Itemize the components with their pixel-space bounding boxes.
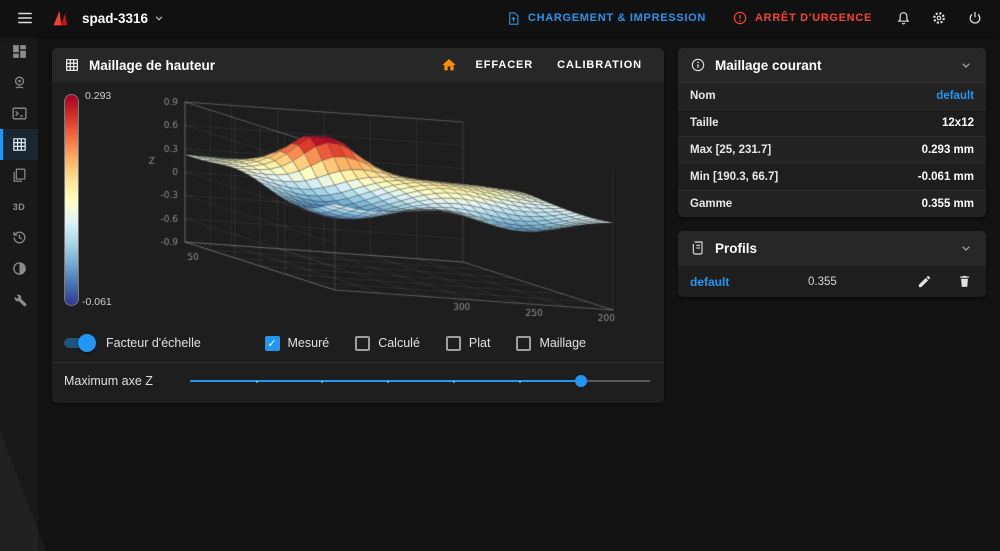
slider-thumb[interactable] xyxy=(575,375,587,387)
power-icon xyxy=(967,10,983,26)
checkbox-mesh[interactable]: ✓ Maillage xyxy=(516,336,586,351)
table-row: Max [25, 231.7] 0.293 mm xyxy=(678,136,986,163)
checkbox-box-icon: ✓ xyxy=(265,336,280,351)
checkbox-flat[interactable]: ✓ Plat xyxy=(446,336,491,351)
emergency-stop-button[interactable]: ARRÊT D'URGENCE xyxy=(724,10,880,26)
colorbar: 0.293 -0.061 xyxy=(58,88,130,328)
delete-profile-button[interactable] xyxy=(954,272,974,292)
heightmap-grid-icon xyxy=(11,136,28,153)
plot-controls: Facteur d'échelle ✓ Mesuré ✓ Calculé ✓ P… xyxy=(52,328,664,362)
display-mode-checkboxes: ✓ Mesuré ✓ Calculé ✓ Plat ✓ Maillage xyxy=(265,336,586,351)
profile-name[interactable]: default xyxy=(690,275,808,289)
sidebar-item-webcam[interactable] xyxy=(0,67,38,98)
checkbox-calculated[interactable]: ✓ Calculé xyxy=(355,336,420,351)
chevron-down-icon xyxy=(152,11,166,25)
profiles-header: Profils xyxy=(678,231,986,265)
current-mesh-table: Nom default Taille 12x12 Max [25, 231.7]… xyxy=(678,82,986,217)
sidebar-item-history[interactable] xyxy=(0,222,38,253)
scale-factor-toggle[interactable]: Facteur d'échelle xyxy=(62,336,201,350)
main-content: Maillage de hauteur EFFACER CALIBRATION … xyxy=(38,36,1000,551)
heightmap-title: Maillage de hauteur xyxy=(89,58,215,73)
app-window: spad-3316 CHARGEMENT & IMPRESSION ARRÊT … xyxy=(0,0,1000,551)
sidebar-item-gcode-files[interactable] xyxy=(0,160,38,191)
profiles-title: Profils xyxy=(715,241,757,256)
sidebar-item-machine[interactable] xyxy=(0,284,38,315)
app-logo-icon xyxy=(48,6,72,30)
file-upload-icon xyxy=(506,11,521,26)
edit-profile-button[interactable] xyxy=(914,272,934,292)
slider-track-fill xyxy=(190,380,581,382)
grid-icon xyxy=(64,57,80,73)
table-row: Gamme 0.355 mm xyxy=(678,190,986,217)
z-max-slider-label: Maximum axe Z xyxy=(64,374,176,388)
bell-icon xyxy=(895,10,912,27)
timelapse-icon xyxy=(11,260,28,277)
alert-circle-icon xyxy=(732,10,748,26)
top-bar: spad-3316 CHARGEMENT & IMPRESSION ARRÊT … xyxy=(0,0,1000,36)
files-icon xyxy=(11,167,28,184)
wrench-icon xyxy=(11,291,28,308)
webcam-icon xyxy=(11,74,28,91)
power-button[interactable] xyxy=(962,5,988,31)
upload-print-label: CHARGEMENT & IMPRESSION xyxy=(528,12,706,24)
sidebar-item-heightmap[interactable] xyxy=(0,129,38,160)
checkbox-measured[interactable]: ✓ Mesuré xyxy=(265,336,330,351)
info-icon xyxy=(690,57,706,73)
sidebar-item-gcode-viewer[interactable]: 3D xyxy=(0,191,38,222)
history-icon xyxy=(11,229,28,246)
collapse-button[interactable] xyxy=(958,57,974,73)
heightmap-card-header: Maillage de hauteur EFFACER CALIBRATION xyxy=(52,48,664,82)
calibrate-button[interactable]: CALIBRATION xyxy=(547,53,652,77)
z-max-slider-row: Maximum axe Z xyxy=(52,363,664,403)
profile-row: default 0.355 xyxy=(678,265,986,297)
current-mesh-title: Maillage courant xyxy=(715,58,822,73)
heightmap-plot-area: 0.293 -0.061 xyxy=(52,82,664,328)
gcode-viewer-3d-icon: 3D xyxy=(13,202,26,212)
scale-factor-label: Facteur d'échelle xyxy=(106,336,201,350)
settings-button[interactable] xyxy=(926,5,952,31)
profiles-card: Profils default 0.355 xyxy=(678,231,986,297)
toggle-switch[interactable] xyxy=(62,336,96,350)
right-column: Maillage courant Nom default Taille 12 xyxy=(678,48,986,297)
sidebar-item-dashboard[interactable] xyxy=(0,36,38,67)
console-icon xyxy=(11,105,28,122)
colorbar-max-label: 0.293 xyxy=(85,90,111,102)
upload-print-button[interactable]: CHARGEMENT & IMPRESSION xyxy=(498,11,714,26)
colorbar-gradient xyxy=(64,94,79,306)
collapse-button[interactable] xyxy=(958,240,974,256)
dashboard-icon xyxy=(11,43,28,60)
printer-selector[interactable]: spad-3316 xyxy=(82,11,166,26)
sidebar-item-console[interactable] xyxy=(0,98,38,129)
table-row: Taille 12x12 xyxy=(678,109,986,136)
table-row: Nom default xyxy=(678,82,986,109)
emergency-stop-label: ARRÊT D'URGENCE xyxy=(755,12,872,24)
colorbar-min-label: -0.061 xyxy=(82,296,112,308)
pencil-icon xyxy=(917,274,932,289)
current-mesh-header: Maillage courant xyxy=(678,48,986,82)
profile-script-icon xyxy=(690,240,706,256)
home-button[interactable] xyxy=(436,52,462,78)
heightmap-card: Maillage de hauteur EFFACER CALIBRATION … xyxy=(52,48,664,403)
profile-range: 0.355 xyxy=(808,276,914,288)
checkbox-box-icon: ✓ xyxy=(516,336,531,351)
notifications-button[interactable] xyxy=(890,5,916,31)
sidebar-watermark xyxy=(0,431,46,551)
checkbox-box-icon: ✓ xyxy=(446,336,461,351)
table-row: Min [190.3, 66.7] -0.061 mm xyxy=(678,163,986,190)
sidebar-item-timelapse[interactable] xyxy=(0,253,38,284)
menu-icon[interactable] xyxy=(12,5,38,31)
gear-icon xyxy=(930,9,948,27)
home-icon xyxy=(441,57,457,73)
z-max-slider[interactable] xyxy=(190,371,650,391)
trash-icon xyxy=(957,274,972,289)
clear-mesh-button[interactable]: EFFACER xyxy=(466,53,544,77)
printer-name: spad-3316 xyxy=(82,11,148,26)
chevron-down-icon xyxy=(958,240,974,256)
heightmap-3d-surface[interactable] xyxy=(130,88,650,328)
chevron-down-icon xyxy=(958,57,974,73)
side-nav: 3D xyxy=(0,36,38,551)
current-mesh-card: Maillage courant Nom default Taille 12 xyxy=(678,48,986,217)
checkbox-box-icon: ✓ xyxy=(355,336,370,351)
